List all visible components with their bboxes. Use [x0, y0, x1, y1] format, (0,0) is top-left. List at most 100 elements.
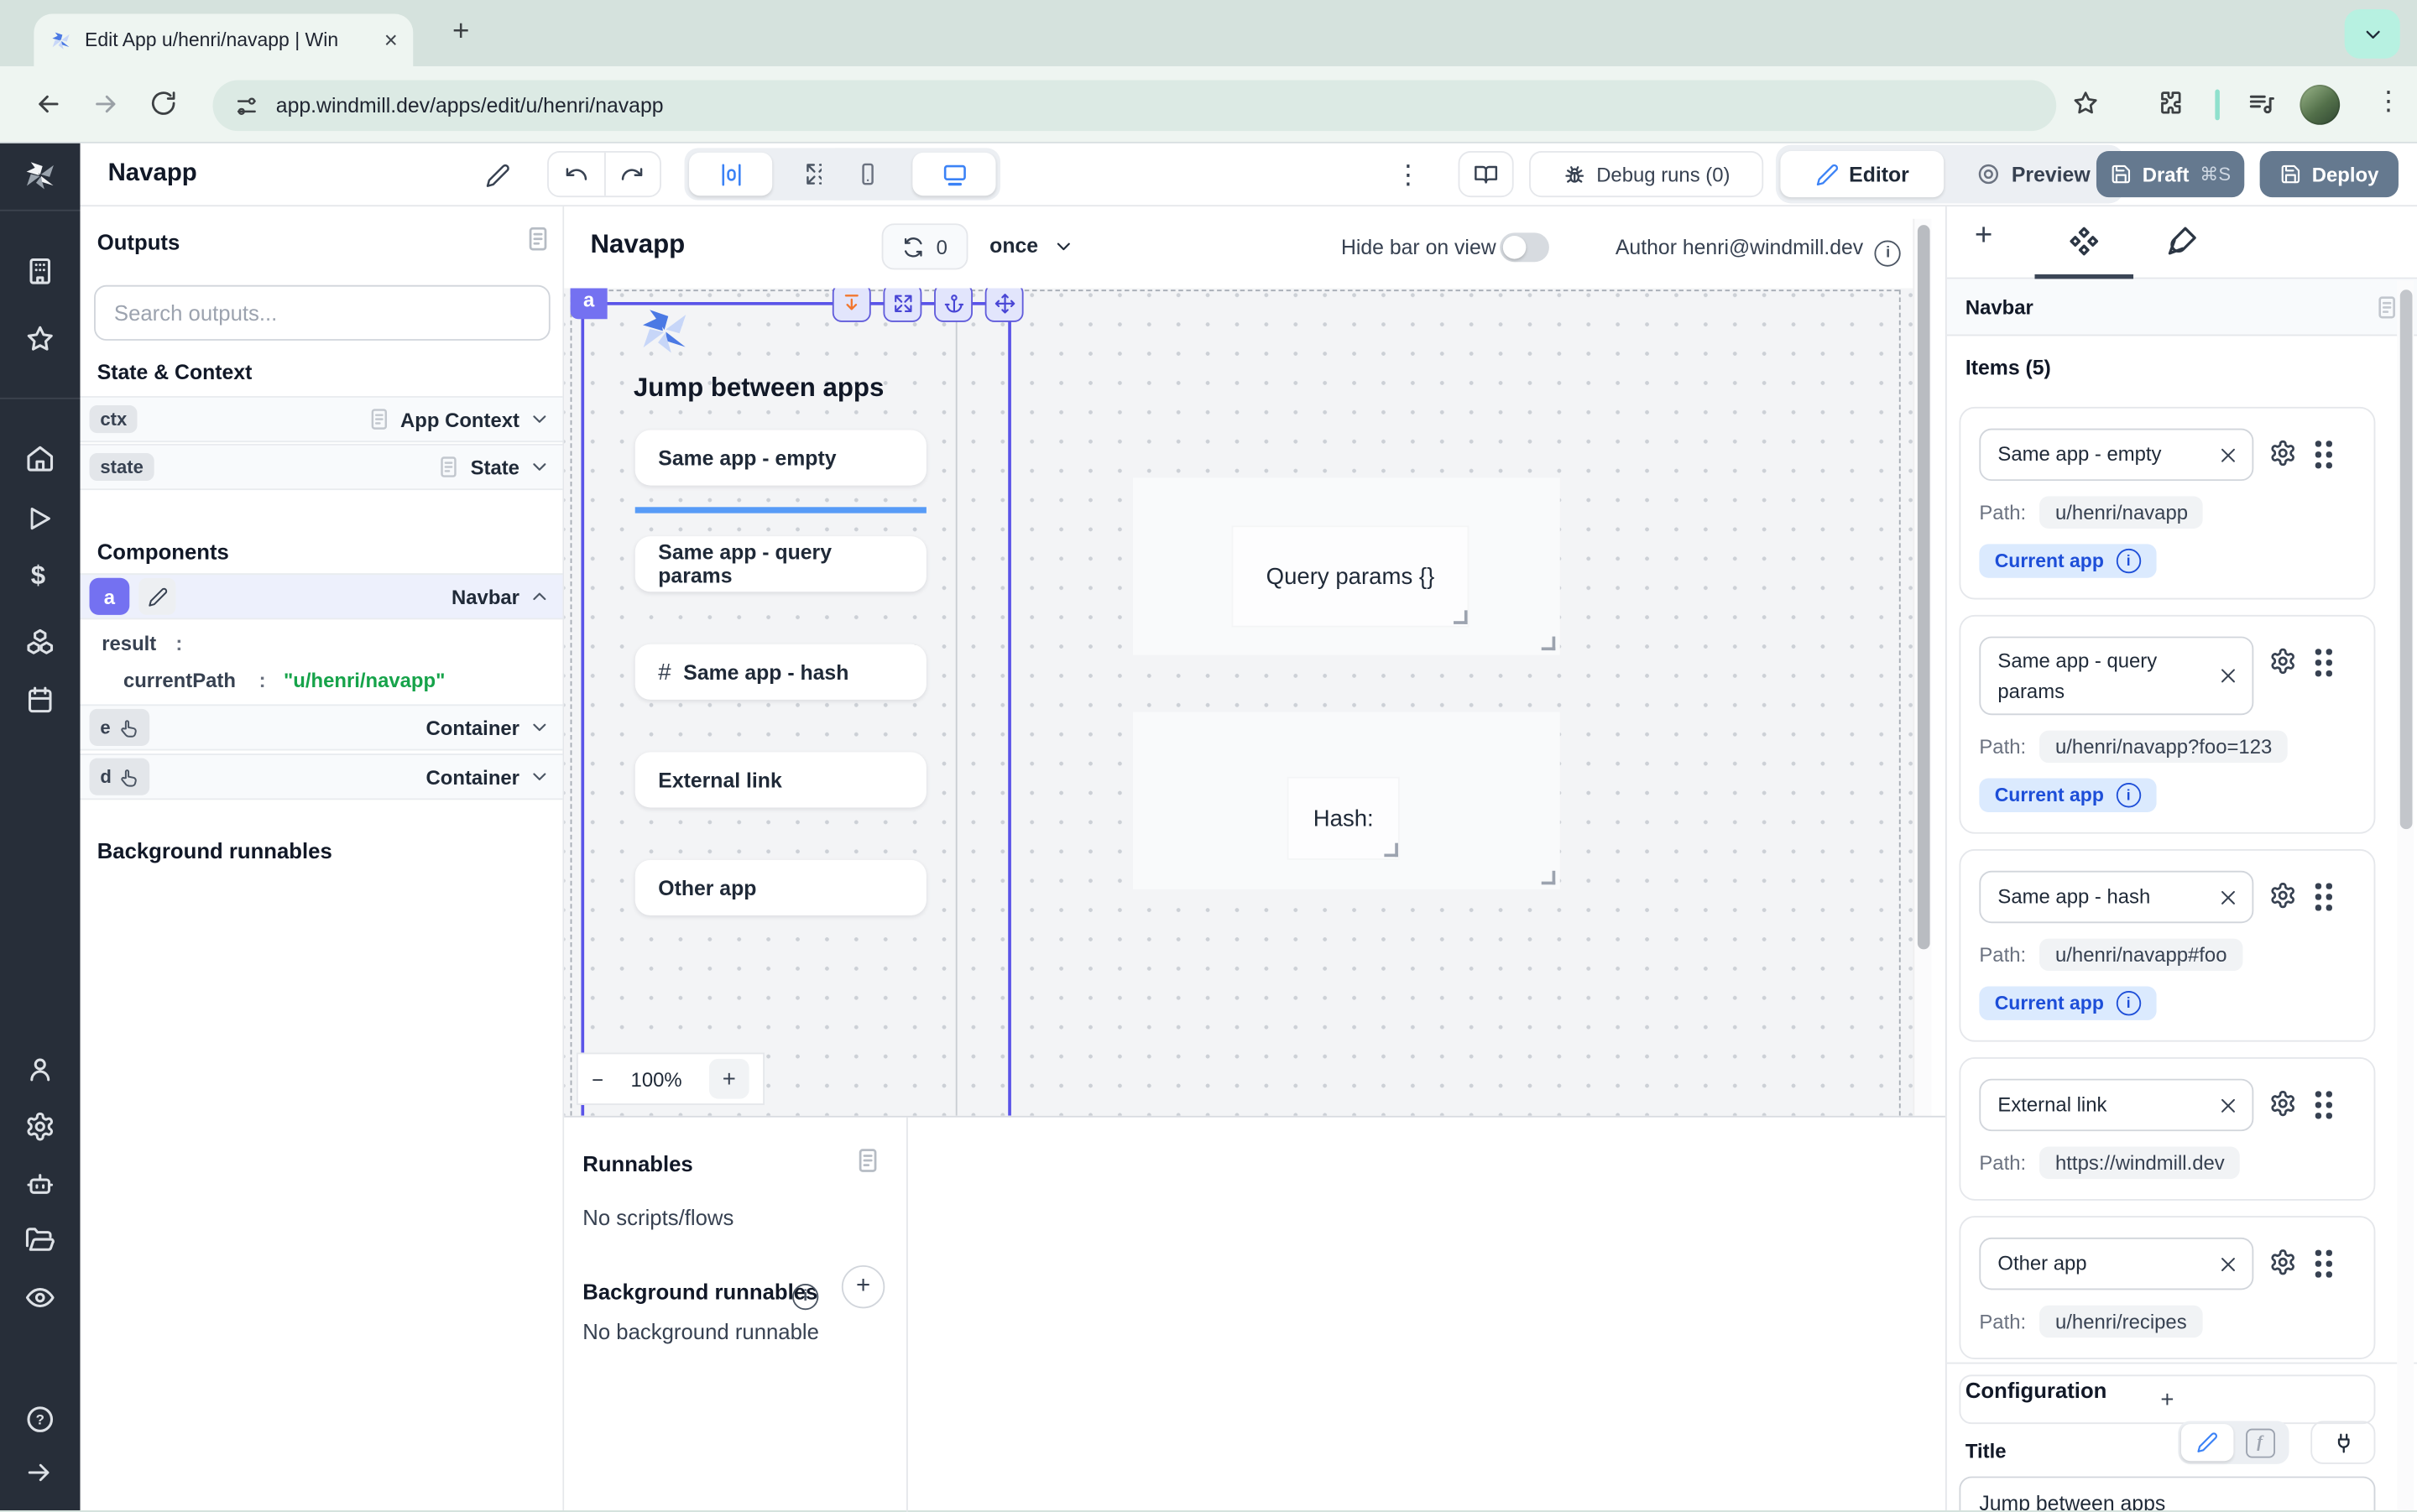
redo-button[interactable]: [603, 153, 660, 196]
item-path-value[interactable]: u/henri/navapp?foo=123: [2040, 731, 2288, 764]
author-info-icon[interactable]: i: [1875, 241, 1901, 267]
panel-doc-icon[interactable]: [524, 225, 551, 253]
sidebar-item-workspace[interactable]: [24, 256, 55, 287]
docs-book-button[interactable]: [1459, 151, 1514, 197]
component-a-rename-button[interactable]: [138, 578, 175, 615]
container-d-box[interactable]: Hash:: [1133, 712, 1560, 889]
panel-doc-icon[interactable]: [2374, 294, 2400, 320]
sidebar-item-favorites[interactable]: [24, 324, 55, 355]
centered-layout-button[interactable]: [689, 153, 772, 196]
avatar[interactable]: [2300, 85, 2340, 125]
drag-handle[interactable]: [2315, 1091, 2332, 1118]
chevron-down-icon[interactable]: [529, 766, 551, 788]
selected-component-tag[interactable]: a: [571, 288, 608, 319]
item-settings-gear[interactable]: [2269, 1090, 2297, 1118]
sidebar-item-audit-logs[interactable]: [24, 1282, 55, 1313]
anchor-button[interactable]: [934, 288, 973, 321]
sidebar-item-home[interactable]: [24, 442, 55, 473]
item-label-input[interactable]: External link: [1979, 1079, 2253, 1131]
hide-bar-toggle[interactable]: [1500, 232, 1549, 262]
expression-mode-button[interactable]: f: [2233, 1424, 2285, 1461]
item-label-input[interactable]: Same app - hash: [1979, 871, 2253, 923]
item-path-value[interactable]: u/henri/navapp#foo: [2040, 939, 2242, 972]
desktop-view-button[interactable]: [912, 153, 995, 196]
maximize-button[interactable]: [883, 288, 921, 321]
info-icon[interactable]: i: [2117, 549, 2141, 573]
drag-handle[interactable]: [2315, 649, 2332, 676]
clear-icon[interactable]: [2218, 445, 2238, 465]
window-chevron-button[interactable]: [2345, 9, 2400, 59]
panel-scrollbar[interactable]: [2397, 280, 2414, 1510]
zoom-in-button[interactable]: +: [709, 1059, 749, 1099]
expand-down-button[interactable]: [833, 288, 871, 321]
title-value-input[interactable]: Jump between apps: [1959, 1477, 2375, 1510]
preview-tab[interactable]: Preview: [1947, 151, 2120, 197]
panel-doc-icon[interactable]: [854, 1147, 882, 1175]
mobile-view-button[interactable]: [826, 153, 909, 196]
current-path-value[interactable]: "u/henri/navapp": [284, 669, 445, 692]
sidebar-item-help[interactable]: ?: [24, 1404, 55, 1435]
navbar-item-same-app-empty[interactable]: Same app - empty: [635, 430, 927, 485]
resize-handle[interactable]: [1384, 843, 1398, 858]
current-path-key[interactable]: currentPath: [123, 669, 236, 692]
item-settings-gear[interactable]: [2269, 882, 2297, 910]
output-row-state[interactable]: state State: [81, 444, 563, 490]
drag-handle[interactable]: [2315, 883, 2332, 910]
search-outputs-input[interactable]: [94, 285, 551, 341]
component-row-a[interactable]: a Navbar: [81, 573, 563, 619]
debug-runs-button[interactable]: Debug runs (0): [1529, 151, 1763, 197]
tab-component-settings[interactable]: [2067, 225, 2101, 258]
add-background-runnable-button[interactable]: +: [842, 1265, 885, 1308]
site-settings-icon[interactable]: [234, 93, 258, 117]
item-settings-gear[interactable]: [2269, 647, 2297, 675]
item-settings-gear[interactable]: [2269, 439, 2297, 467]
tab-insert-component[interactable]: +: [1975, 219, 1992, 254]
drag-handle[interactable]: [2315, 441, 2332, 468]
clear-icon[interactable]: [2218, 887, 2238, 907]
canvas-scrollbar-thumb[interactable]: [1917, 225, 1929, 949]
static-mode-button[interactable]: [2181, 1424, 2233, 1461]
resize-handle[interactable]: [1542, 871, 1556, 885]
item-path-value[interactable]: u/henri/navapp: [2040, 496, 2204, 529]
background-runnables-info-icon[interactable]: i: [792, 1278, 818, 1311]
rename-pencil-icon[interactable]: [486, 164, 510, 188]
item-path-value[interactable]: u/henri/recipes: [2040, 1306, 2202, 1338]
chevron-down-icon[interactable]: [529, 409, 551, 430]
tab-close-icon[interactable]: ×: [384, 27, 398, 53]
more-options-kebab[interactable]: ⋮: [1395, 160, 1421, 191]
windmill-logo-icon[interactable]: [22, 157, 59, 194]
navbar-item-external-link[interactable]: External link: [635, 752, 927, 807]
sidebar-item-folders[interactable]: [24, 1225, 55, 1256]
url-bar[interactable]: app.windmill.dev/apps/edit/u/henri/navap…: [212, 81, 2056, 132]
deploy-button[interactable]: Deploy: [2260, 151, 2399, 197]
move-button[interactable]: [985, 288, 1024, 321]
panel-scrollbar-thumb[interactable]: [2399, 289, 2412, 829]
sidebar-item-workers[interactable]: [24, 1168, 55, 1199]
sidebar-item-resources[interactable]: [24, 628, 55, 659]
sidebar-item-settings[interactable]: [24, 1111, 55, 1142]
clear-icon[interactable]: [2218, 665, 2238, 686]
extensions-puzzle-icon[interactable]: [2157, 90, 2185, 117]
item-label-input[interactable]: Same app - empty: [1979, 429, 2253, 481]
sidebar-item-users[interactable]: [24, 1054, 55, 1085]
hash-text[interactable]: Hash:: [1289, 779, 1398, 859]
new-tab-button[interactable]: +: [441, 13, 481, 53]
sidebar-item-variables[interactable]: $: [31, 561, 45, 592]
chevron-down-icon[interactable]: [529, 717, 551, 738]
connect-plug-button[interactable]: [2310, 1421, 2375, 1463]
sidebar-item-runs[interactable]: [24, 504, 54, 534]
query-params-text[interactable]: Query params {}: [1233, 527, 1467, 626]
sidebar-item-schedules[interactable]: [24, 685, 55, 716]
info-icon[interactable]: i: [2117, 783, 2141, 807]
result-key[interactable]: result: [102, 632, 156, 655]
info-icon[interactable]: i: [2117, 991, 2141, 1015]
refresh-count-button[interactable]: 0: [882, 223, 968, 269]
url-text[interactable]: app.windmill.dev/apps/edit/u/henri/navap…: [276, 94, 664, 117]
item-label-input[interactable]: Same app - query params: [1979, 637, 2253, 716]
browser-menu-kebab[interactable]: ⋮: [2375, 86, 2401, 117]
app-canvas[interactable]: a Jump between apps Same app - empty Sam…: [564, 288, 1927, 1115]
navbar-item-other-app[interactable]: Other app: [635, 860, 927, 915]
sidebar-expand-arrow-icon[interactable]: [24, 1458, 54, 1488]
reload-button[interactable]: [149, 90, 177, 117]
drag-handle[interactable]: [2315, 1250, 2332, 1278]
